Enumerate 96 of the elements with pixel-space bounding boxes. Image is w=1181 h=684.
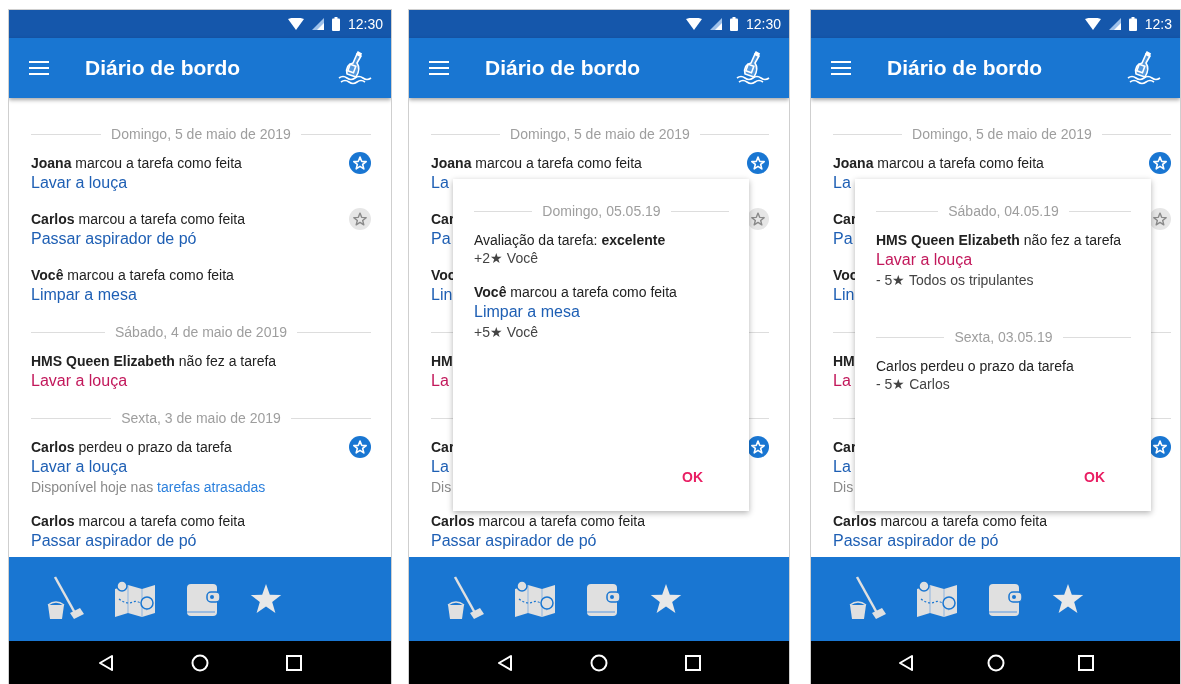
- task-link[interactable]: Pa: [833, 228, 853, 250]
- task-link[interactable]: Lavar a louça: [876, 249, 973, 271]
- task-link[interactable]: Pa: [431, 228, 451, 250]
- dialog-text: Carlos perdeu o prazo da tarefa: [876, 357, 1074, 375]
- dialog-text: Você marcou a tarefa como feita: [474, 283, 677, 301]
- bottle-icon[interactable]: [1126, 50, 1162, 86]
- note-text: Disponível hoje nas tarefas atrasadas: [31, 478, 266, 496]
- signal-icon: [1108, 18, 1121, 30]
- points-text: - 5★ Carlos: [876, 375, 950, 393]
- activity-text: Carlos marcou a tarefa como feita: [833, 512, 1047, 530]
- ok-button[interactable]: OK: [1084, 465, 1105, 489]
- task-link[interactable]: La: [431, 172, 449, 194]
- date-divider: Sexta, 3 de maio de 2019: [121, 410, 281, 426]
- status-time: 12:30: [347, 16, 383, 32]
- activity-text: Car: [431, 210, 455, 228]
- task-link[interactable]: Passar aspirador de pó: [31, 530, 197, 552]
- task-link[interactable]: La: [431, 456, 449, 478]
- home-icon[interactable]: [191, 654, 209, 672]
- map-icon[interactable]: [113, 579, 157, 619]
- status-time: 12:3: [1144, 16, 1172, 32]
- signal-icon: [709, 18, 722, 30]
- activity-text: HMS Queen Elizabeth não fez a tarefa: [31, 352, 277, 370]
- map-icon[interactable]: [513, 579, 557, 619]
- bottle-icon[interactable]: [337, 50, 373, 86]
- activity-text: Carlos marcou a tarefa como feita: [31, 512, 245, 530]
- task-link[interactable]: La: [431, 370, 449, 392]
- dialog-date: Sexta, 03.05.19: [954, 329, 1053, 345]
- recents-icon[interactable]: [286, 655, 303, 671]
- home-icon[interactable]: [986, 654, 1005, 672]
- app-title: Diário de bordo: [887, 56, 1044, 80]
- star-badge-icon[interactable]: [349, 436, 371, 458]
- activity-text: Carlos marcou a tarefa como feita: [31, 210, 245, 228]
- wifi-icon: [1084, 18, 1101, 30]
- star-badge-icon[interactable]: [747, 152, 769, 174]
- task-link[interactable]: La: [833, 456, 851, 478]
- task-link[interactable]: Lavar a louça: [31, 172, 128, 194]
- date-divider: Domingo, 5 de maio de 2019: [510, 126, 690, 142]
- date-divider: Domingo, 5 de maio de 2019: [912, 126, 1092, 142]
- ok-button[interactable]: OK: [682, 465, 703, 489]
- activity-text: HM: [431, 352, 453, 370]
- task-link[interactable]: Lavar a louça: [31, 370, 128, 392]
- dialog-text: Avaliação da tarefa: excelente: [474, 231, 666, 249]
- home-icon[interactable]: [590, 654, 608, 672]
- activity-text: Carlos marcou a tarefa como feita: [431, 512, 645, 530]
- note-text: Dis: [833, 478, 854, 496]
- back-icon[interactable]: [897, 654, 914, 672]
- map-icon[interactable]: [915, 579, 959, 619]
- task-link[interactable]: La: [833, 370, 851, 392]
- task-link[interactable]: Passar aspirador de pó: [431, 530, 597, 552]
- date-divider: Domingo, 5 de maio de 2019: [111, 126, 291, 142]
- task-link[interactable]: Limpar a mesa: [474, 301, 580, 323]
- task-link[interactable]: Passar aspirador de pó: [833, 530, 999, 552]
- overdue-link[interactable]: tarefas atrasadas: [157, 479, 266, 495]
- activity-text: Joana marcou a tarefa como feita: [833, 154, 1044, 172]
- back-icon[interactable]: [97, 654, 114, 672]
- activity-text: Joana marcou a tarefa como feita: [31, 154, 242, 172]
- recents-icon[interactable]: [684, 655, 701, 671]
- battery-icon: [331, 17, 340, 31]
- menu-icon[interactable]: [429, 61, 449, 75]
- wifi-icon: [287, 18, 304, 30]
- back-icon[interactable]: [497, 654, 514, 672]
- activity-text: Car: [431, 438, 455, 456]
- activity-text: Você marcou a tarefa como feita: [31, 266, 234, 284]
- points-text: +2★ Você: [474, 249, 538, 267]
- dialog-date: Domingo, 05.05.19: [542, 203, 661, 219]
- task-link[interactable]: Lavar a louça: [31, 456, 128, 478]
- task-link[interactable]: Lin: [833, 284, 855, 306]
- date-divider: Sábado, 4 de maio de 2019: [115, 324, 287, 340]
- status-time: 12:30: [745, 16, 781, 32]
- activity-text: Carlos perdeu o prazo da tarefa: [31, 438, 232, 456]
- signal-icon: [311, 18, 324, 30]
- activity-text: HM: [833, 352, 855, 370]
- points-text: +5★ Você: [474, 323, 538, 341]
- bottle-icon[interactable]: [735, 50, 771, 86]
- dialog-text: HMS Queen Elizabeth não fez a tarefa: [876, 231, 1122, 249]
- points-text: - 5★ Todos os tripulantes: [876, 271, 1034, 289]
- dialog-date: Sábado, 04.05.19: [948, 203, 1059, 219]
- recents-icon[interactable]: [1077, 655, 1094, 671]
- star-badge-icon[interactable]: [349, 208, 371, 230]
- app-title: Diário de bordo: [485, 56, 642, 80]
- activity-text: Car: [833, 210, 857, 228]
- battery-icon: [729, 17, 738, 31]
- menu-icon[interactable]: [831, 61, 851, 75]
- star-badge-icon[interactable]: [349, 152, 371, 174]
- task-link[interactable]: Limpar a mesa: [31, 284, 137, 306]
- activity-text: Car: [833, 438, 857, 456]
- note-text: Dis: [431, 478, 452, 496]
- star-badge-icon[interactable]: [1149, 152, 1171, 174]
- menu-icon[interactable]: [29, 61, 49, 75]
- battery-icon: [1128, 17, 1137, 31]
- wifi-icon: [685, 18, 702, 30]
- app-title: Diário de bordo: [85, 56, 242, 80]
- activity-text: Joana marcou a tarefa como feita: [431, 154, 642, 172]
- task-link[interactable]: Lin: [431, 284, 453, 306]
- task-link[interactable]: La: [833, 172, 851, 194]
- task-link[interactable]: Passar aspirador de pó: [31, 228, 197, 250]
